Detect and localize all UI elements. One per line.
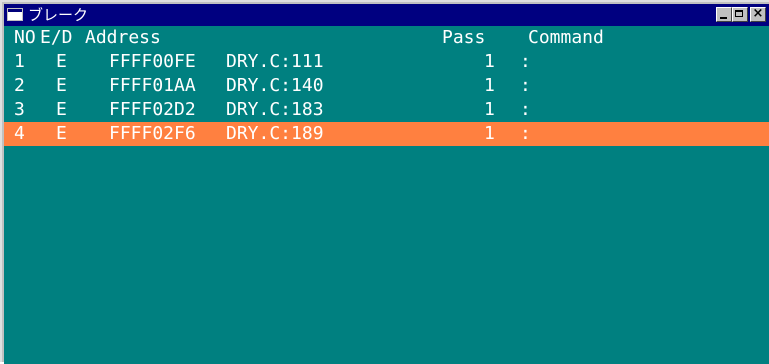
header-ed: E/D bbox=[40, 27, 73, 48]
cell-location: DRY.C:183 bbox=[226, 99, 324, 120]
cell-ed: E bbox=[56, 51, 67, 72]
table-row-selected[interactable]: 4 E FFFF02F6 DRY.C:189 1 : bbox=[4, 122, 769, 146]
table-row[interactable]: 3 E FFFF02D2 DRY.C:183 1 : bbox=[4, 98, 769, 122]
cell-no: 1 bbox=[14, 51, 25, 72]
window-icon[interactable] bbox=[7, 8, 23, 21]
header-command: Command bbox=[528, 27, 604, 48]
cell-address: FFFF01AA bbox=[109, 75, 196, 96]
window-title: ブレーク bbox=[28, 6, 89, 24]
cell-address: FFFF00FE bbox=[109, 51, 196, 72]
close-button[interactable]: × bbox=[750, 6, 766, 22]
minimize-button[interactable] bbox=[716, 7, 732, 22]
cell-ed: E bbox=[56, 123, 67, 144]
title-bar[interactable]: ブレーク × bbox=[4, 4, 769, 26]
column-header-row: NO E/D Address Pass Command bbox=[4, 26, 769, 50]
cell-address: FFFF02F6 bbox=[109, 123, 196, 144]
cell-address: FFFF02D2 bbox=[109, 99, 196, 120]
header-no: NO bbox=[14, 27, 36, 48]
cell-command: : bbox=[520, 75, 531, 96]
cell-no: 3 bbox=[14, 99, 25, 120]
cell-command: : bbox=[520, 99, 531, 120]
cell-pass: 1 bbox=[484, 99, 495, 120]
cell-pass: 1 bbox=[484, 123, 495, 144]
cell-pass: 1 bbox=[484, 75, 495, 96]
cell-command: : bbox=[520, 123, 531, 144]
cell-command: : bbox=[520, 51, 531, 72]
cell-no: 4 bbox=[14, 123, 25, 144]
cell-pass: 1 bbox=[484, 51, 495, 72]
close-icon: × bbox=[752, 6, 764, 21]
cell-location: DRY.C:189 bbox=[226, 123, 324, 144]
cell-ed: E bbox=[56, 99, 67, 120]
maximize-button[interactable] bbox=[732, 7, 748, 22]
header-address: Address bbox=[85, 27, 161, 48]
table-row[interactable]: 1 E FFFF00FE DRY.C:111 1 : bbox=[4, 50, 769, 74]
cell-location: DRY.C:140 bbox=[226, 75, 324, 96]
cell-no: 2 bbox=[14, 75, 25, 96]
break-window: ブレーク × NO E/D Address Pass Command 1 E F… bbox=[0, 0, 769, 364]
table-row[interactable]: 2 E FFFF01AA DRY.C:140 1 : bbox=[4, 74, 769, 98]
cell-location: DRY.C:111 bbox=[226, 51, 324, 72]
break-list[interactable]: NO E/D Address Pass Command 1 E FFFF00FE… bbox=[4, 26, 769, 364]
header-pass: Pass bbox=[442, 27, 486, 48]
cell-ed: E bbox=[56, 75, 67, 96]
